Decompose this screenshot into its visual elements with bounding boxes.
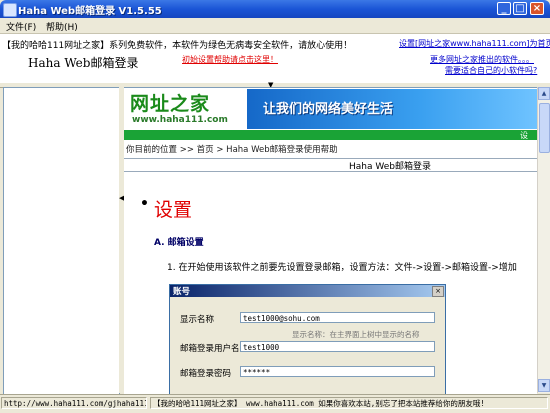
menu-file[interactable]: 文件(F) (6, 20, 36, 33)
dialog-title-bar: 账号 × (170, 285, 445, 297)
menu-bar: 文件(F) 帮助(H) (0, 18, 550, 34)
page-header: Haha Web邮箱登录 (124, 158, 537, 172)
logo-text: 网址之家 (130, 93, 211, 115)
account-tree-pane[interactable] (3, 87, 120, 395)
subsection-title: A. 邮箱设置 (154, 238, 204, 248)
set-homepage-link[interactable]: 设置[网址之家www.haha111.com]为首页 (399, 38, 550, 49)
app-heading: Haha Web邮箱登录 (28, 56, 139, 70)
section-title: 设置 (154, 199, 193, 221)
ad-text: 【我的哈哈111网址之家】系列免费软件，本软件为绿色无病毒安全软件，请放心使用！ (2, 41, 353, 51)
close-button[interactable]: × (530, 2, 544, 15)
nav-bar-text[interactable]: 设 (520, 130, 528, 141)
login-user-label: 邮箱登录用户名 (180, 344, 240, 354)
title-bar[interactable]: Haha Web邮箱登录 V1.5.55 _ □ × (0, 0, 550, 18)
vertical-scrollbar[interactable]: ▲ ▼ (537, 87, 550, 393)
minimize-button[interactable]: _ (497, 2, 511, 15)
slogan-banner: 让我们的网络美好生活 (247, 89, 537, 129)
help-browser-pane: 网址之家 www.haha111.com 让我们的网络美好生活 设 你目前的位置… (124, 87, 537, 394)
scrollbar-thumb[interactable] (539, 103, 550, 153)
display-name-hint: 显示名称：在主界面上树中显示的名称 (292, 330, 420, 339)
login-user-field: test1000 (240, 341, 435, 352)
scroll-up-icon[interactable]: ▲ (538, 87, 550, 100)
maximize-button[interactable]: □ (513, 2, 527, 15)
scroll-down-icon[interactable]: ▼ (538, 379, 550, 392)
app-icon (3, 3, 17, 17)
instruction-step: 1. 在开始使用该软件之前要先设置登录邮箱，设置方法：文件->设置->邮箱设置-… (167, 263, 517, 273)
ad-banner: 【我的哈哈111网址之家】系列免费软件，本软件为绿色无病毒安全软件，请放心使用！… (0, 34, 550, 82)
display-name-field: test1000@sohu.com (240, 312, 435, 323)
password-field: ****** (240, 366, 435, 377)
display-name-label: 显示名称 (180, 315, 215, 325)
status-message: 【我的哈哈111网址之家】 www.haha111.com 如果你喜欢本站,别忘… (150, 397, 548, 409)
need-software-link[interactable]: 需要适合自己的小软件吗? (445, 65, 537, 76)
password-label: 邮箱登录密码 (180, 369, 232, 379)
bullet-icon: • (140, 196, 149, 212)
dialog-title: 账号 (173, 287, 191, 297)
status-bar: http://www.haha111.com/gjhaha111/g 【我的哈哈… (0, 394, 550, 413)
nav-bar: 设 (124, 130, 537, 140)
breadcrumb: 你目前的位置 >> 首页 > Haha Web邮箱登录使用帮助 (126, 145, 338, 155)
page-header-title: Haha Web邮箱登录 (349, 162, 431, 172)
logo-url: www.haha111.com (132, 115, 228, 125)
dialog-close-icon: × (432, 286, 444, 297)
menu-help[interactable]: 帮助(H) (46, 20, 78, 33)
account-dialog-image: 账号 × 显示名称 test1000@sohu.com 显示名称：在主界面上树中… (169, 284, 446, 394)
window-title: Haha Web邮箱登录 V1.5.55 (18, 6, 162, 17)
status-url: http://www.haha111.com/gjhaha111/g (1, 397, 147, 409)
setup-help-link[interactable]: 初始设置帮助请点击这里！ (182, 54, 278, 65)
slogan-text: 让我们的网络美好生活 (263, 102, 394, 117)
site-logo[interactable]: 网址之家 www.haha111.com (126, 89, 246, 131)
more-software-link[interactable]: 更多网址之家推出的软件。。。 (430, 54, 534, 65)
